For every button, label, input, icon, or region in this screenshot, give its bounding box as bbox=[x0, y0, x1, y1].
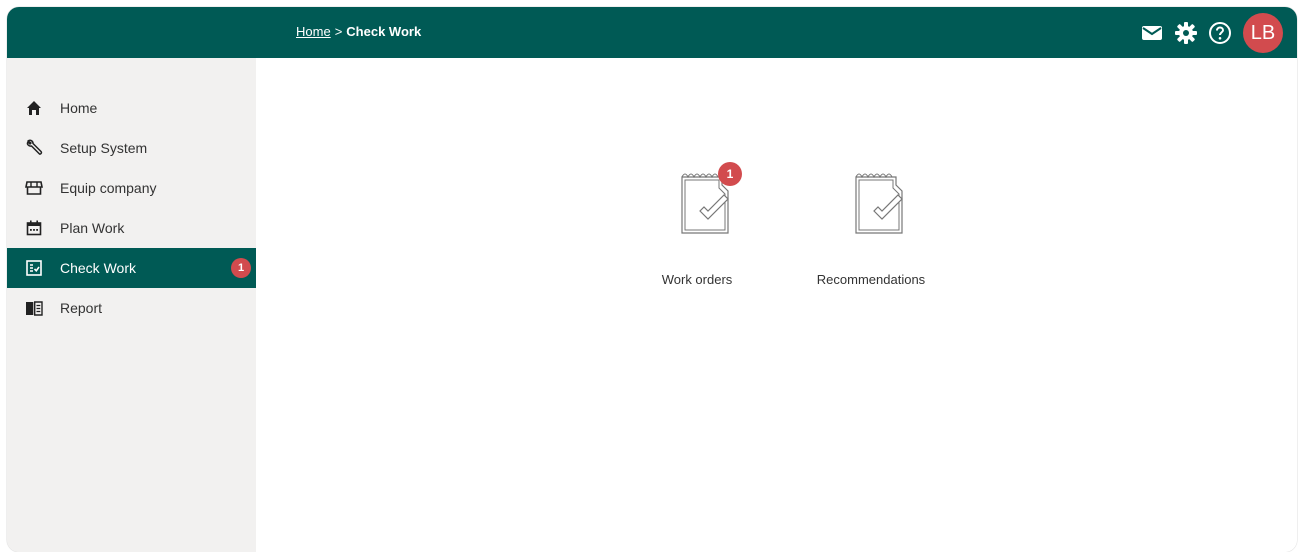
sidebar-item-plan-work[interactable]: Plan Work bbox=[7, 208, 256, 248]
notepad-check-icon bbox=[846, 165, 920, 239]
book-icon bbox=[25, 299, 43, 317]
sidebar: Home Setup System Equip company Plan Wor… bbox=[7, 58, 256, 552]
user-avatar[interactable]: LB bbox=[1243, 13, 1283, 53]
sidebar-nav: Home Setup System Equip company Plan Wor… bbox=[7, 88, 256, 328]
sidebar-item-home[interactable]: Home bbox=[7, 88, 256, 128]
breadcrumb-separator: > bbox=[334, 24, 343, 39]
sidebar-item-check-work[interactable]: Check Work 1 bbox=[7, 248, 256, 288]
checklist-icon bbox=[25, 259, 43, 277]
app-window: Home > Check Work LB Home Setup System E… bbox=[7, 7, 1297, 552]
sidebar-item-label: Equip company bbox=[60, 180, 157, 196]
sidebar-item-setup-system[interactable]: Setup System bbox=[7, 128, 256, 168]
recommendations-tile[interactable]: Recommendations bbox=[806, 165, 936, 305]
main-content: Work orders 1 Recommendations bbox=[256, 58, 1297, 552]
sidebar-item-label: Setup System bbox=[60, 140, 148, 156]
notification-badge: 1 bbox=[718, 162, 742, 186]
top-icons: LB bbox=[1131, 13, 1283, 53]
gear-icon[interactable] bbox=[1173, 20, 1199, 46]
notification-badge: 1 bbox=[231, 258, 251, 278]
wrench-icon bbox=[25, 139, 43, 157]
help-icon[interactable] bbox=[1207, 20, 1233, 46]
sidebar-item-report[interactable]: Report bbox=[7, 288, 256, 328]
breadcrumb-home-link[interactable]: Home bbox=[296, 24, 331, 39]
sidebar-item-equip-company[interactable]: Equip company bbox=[7, 168, 256, 208]
breadcrumb: Home > Check Work bbox=[296, 24, 421, 39]
home-icon bbox=[25, 99, 43, 117]
store-icon bbox=[25, 179, 43, 197]
sidebar-item-label: Report bbox=[60, 300, 103, 316]
breadcrumb-current: Check Work bbox=[346, 24, 422, 39]
sidebar-item-label: Check Work bbox=[60, 260, 136, 276]
calendar-icon bbox=[25, 219, 43, 237]
tile-label: Work orders bbox=[661, 272, 733, 287]
sidebar-item-label: Home bbox=[60, 100, 98, 116]
tile-label: Recommendations bbox=[816, 272, 926, 287]
sidebar-item-label: Plan Work bbox=[60, 220, 125, 236]
mail-icon[interactable] bbox=[1139, 20, 1165, 46]
top-bar: Home > Check Work LB bbox=[7, 7, 1297, 58]
work-orders-tile[interactable]: Work orders bbox=[632, 165, 762, 305]
